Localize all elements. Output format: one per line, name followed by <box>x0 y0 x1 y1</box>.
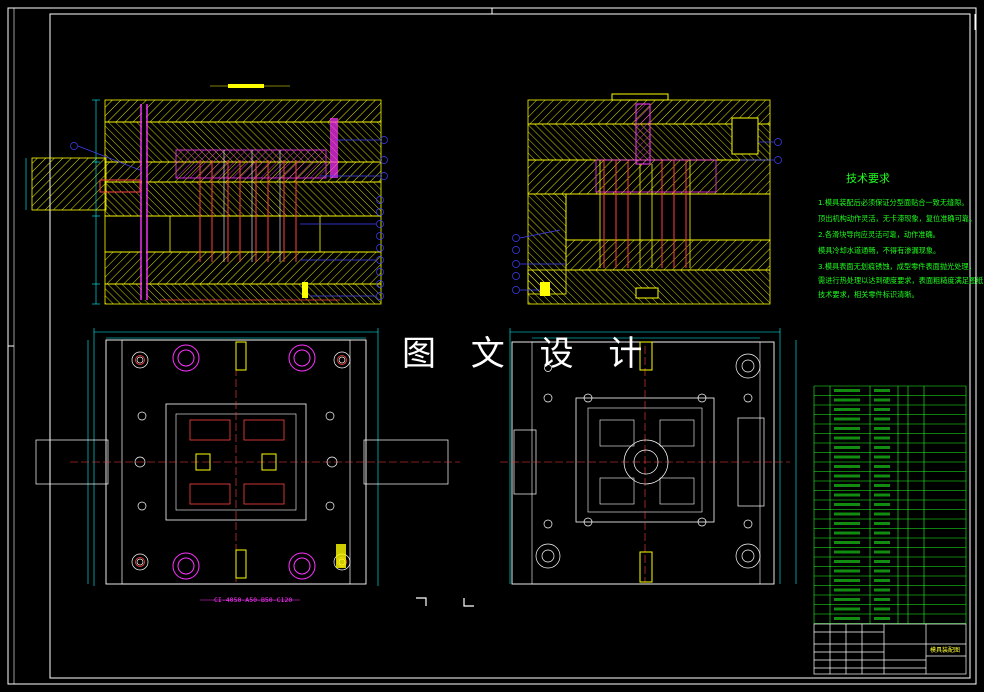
tech-line: 需进行热处理以达到硬度要求，表面粗糙度满足图纸 <box>818 276 984 285</box>
table-cell-mark <box>834 503 860 506</box>
table-cell-mark <box>834 474 860 478</box>
table-cell-mark <box>874 427 890 430</box>
table-cell-mark <box>874 512 890 516</box>
watermark: 图 文 设 计 <box>402 334 655 374</box>
table-cell-mark <box>874 522 890 525</box>
table-cell-mark <box>834 398 860 402</box>
tech-line: 1.模具装配后必须保证分型面贴合一致无缝隙。 <box>818 198 969 207</box>
table-cell-mark <box>834 417 860 421</box>
table-cell-mark <box>834 436 860 440</box>
tech-requirements-title: 技术要求 <box>846 172 890 185</box>
table-cell-mark <box>874 617 890 620</box>
table-cell-mark <box>874 398 890 402</box>
table-cell-mark <box>834 446 860 449</box>
table-cell-mark <box>834 512 860 516</box>
table-cell-mark <box>834 569 860 573</box>
table-cell-mark <box>874 550 890 554</box>
table-cell-mark <box>834 427 860 430</box>
table-cell-mark <box>874 560 890 563</box>
table-cell-mark <box>874 569 890 573</box>
table-cell-mark <box>834 617 860 620</box>
parts-list-table <box>813 385 967 624</box>
tech-line: 模具冷却水道通畅，不得有渗漏现象。 <box>818 246 941 255</box>
table-cell-mark <box>874 417 890 421</box>
section-view-right <box>512 93 782 305</box>
table-cell-mark <box>874 607 890 611</box>
table-cell-mark <box>834 455 860 459</box>
table-cell-mark <box>874 579 890 582</box>
table-cell-mark <box>874 436 890 440</box>
table-cell-mark <box>874 408 890 411</box>
table-cell-mark <box>834 531 860 535</box>
table-cell-mark <box>834 484 860 487</box>
table-cell-mark <box>834 541 860 544</box>
mold-base-spec: CI-4050-A50-B50-C120 <box>214 596 292 604</box>
title-block-name: 模具装配图 <box>930 646 960 654</box>
table-cell-mark <box>874 389 890 392</box>
table-cell-mark <box>874 531 890 535</box>
plan-view-fixed-half <box>35 328 460 601</box>
table-cell-mark <box>874 446 890 449</box>
section-view-left <box>25 84 388 305</box>
table-cell-mark <box>834 389 860 392</box>
table-cell-mark <box>874 588 890 592</box>
table-cell-mark <box>874 474 890 478</box>
table-cell-mark <box>834 598 860 601</box>
table-cell-mark <box>834 550 860 554</box>
table-cell-mark <box>874 465 890 468</box>
tech-line: 2.各滑块导向应灵活可靠，动作准确。 <box>818 230 940 239</box>
table-cell-mark <box>874 598 890 601</box>
tech-line: 3.模具表面无划痕锈蚀，成型零件表面抛光处理， <box>818 262 976 271</box>
tech-line: 顶出机构动作灵活，无卡滞现象，复位准确可靠。 <box>818 214 977 223</box>
table-cell-mark <box>834 408 860 411</box>
view-marks <box>416 597 474 607</box>
table-cell-mark <box>834 579 860 582</box>
table-cell-mark <box>874 493 890 497</box>
table-cell-mark <box>874 484 890 487</box>
tech-line: 技术要求，相关零件标识清晰。 <box>818 290 919 299</box>
table-cell-mark <box>834 607 860 611</box>
table-cell-mark <box>834 522 860 525</box>
table-cell-mark <box>834 588 860 592</box>
table-cell-mark <box>834 493 860 497</box>
table-cell-mark <box>834 465 860 468</box>
table-cell-mark <box>874 541 890 544</box>
table-cell-mark <box>834 560 860 563</box>
table-cell-mark <box>874 503 890 506</box>
table-cell-mark <box>874 455 890 459</box>
